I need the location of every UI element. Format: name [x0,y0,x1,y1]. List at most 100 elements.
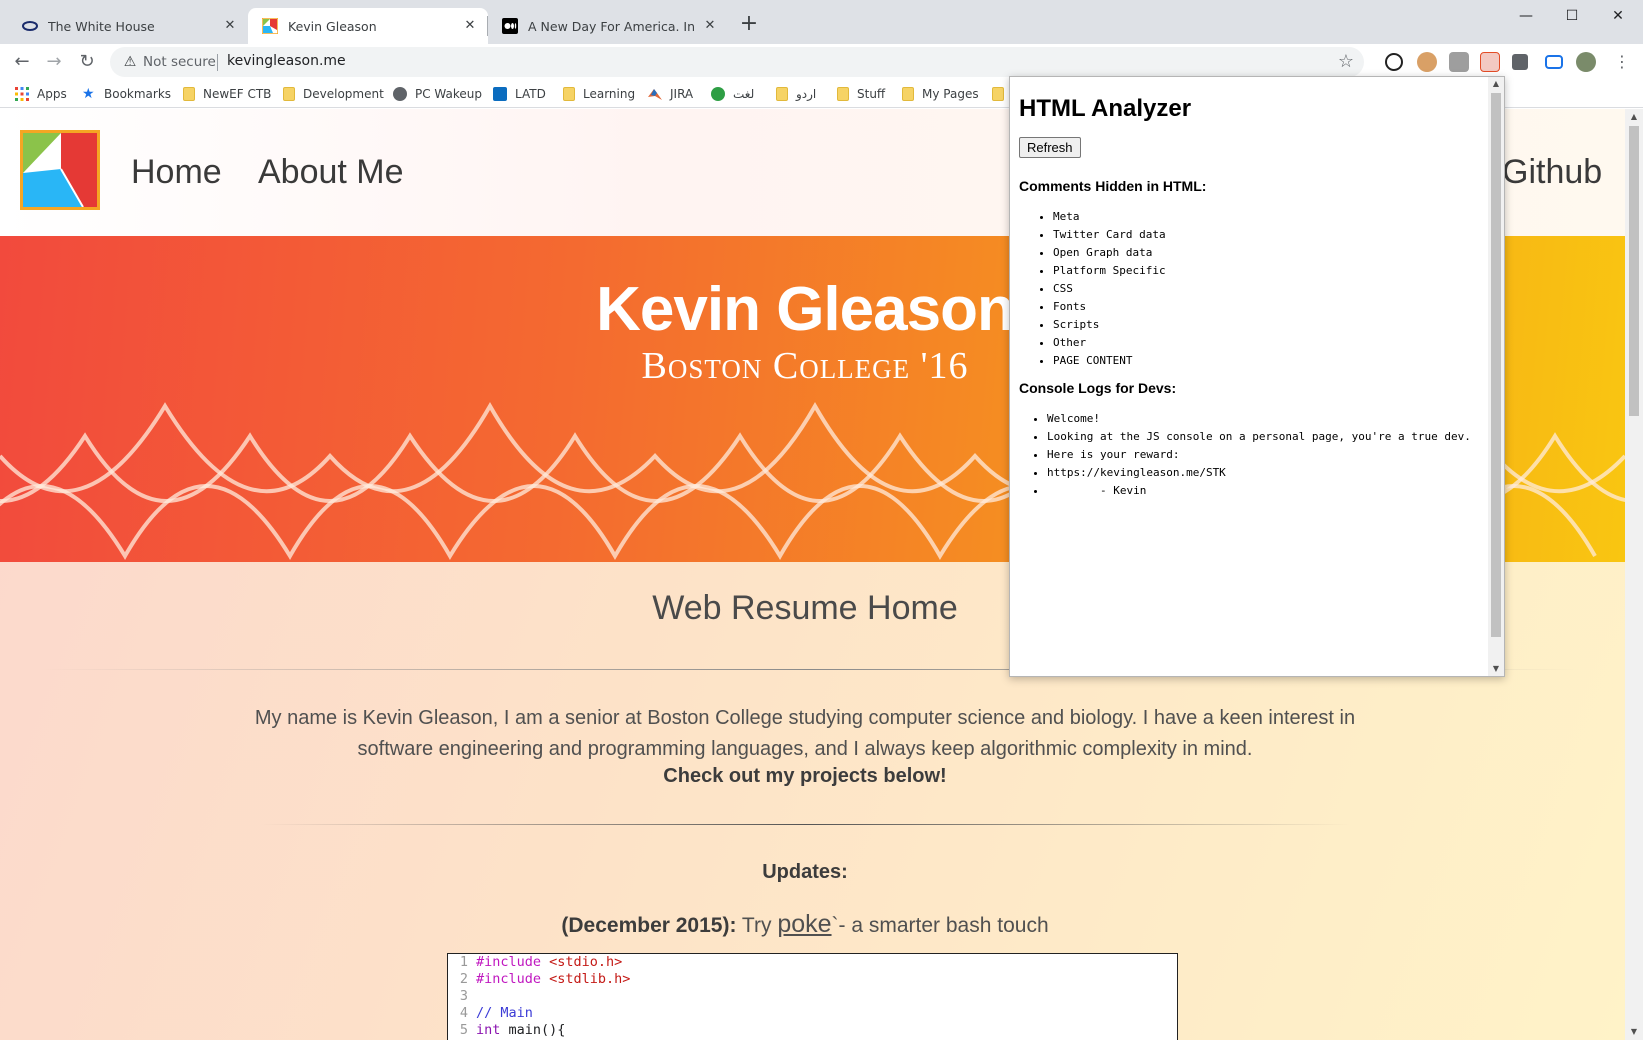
bookmark-star-icon[interactable]: ☆ [1338,51,1354,72]
bookmark-development[interactable]: Development [283,85,384,103]
bookmark-pc-wakeup[interactable]: PC Wakeup [393,85,482,103]
analyzer-title: HTML Analyzer [1019,95,1192,122]
bio-call-to-action: Check out my projects below! [663,765,947,787]
folder-icon [902,87,914,101]
code-line: 1 #include <stdio.h> [459,954,623,970]
cast-icon[interactable] [1545,55,1563,69]
nav-github-link[interactable]: Github [1502,153,1602,192]
profile-avatar[interactable] [1576,52,1596,72]
update-try: Try [736,914,778,937]
bookmark-label: Learning [583,87,636,101]
list-item: Meta [1053,208,1488,226]
tab-strip: The White House ✕ Kevin Gleason ✕ A New … [0,0,1643,44]
html-analyzer-popup: HTML Analyzer Refresh Comments Hidden in… [1009,76,1505,677]
tab-separator [487,16,488,36]
bookmark-label: Development [303,87,384,101]
bookmark-urdu[interactable]: اردو [776,85,816,103]
page-scrollbar[interactable]: ▲ ▼ [1625,109,1643,1040]
folder-icon [563,87,575,101]
bookmark-stuff[interactable]: Stuff [837,85,885,103]
bookmark-label: NewEF CTB [203,87,272,101]
tab-white-house[interactable]: The White House ✕ [8,8,248,44]
update-entry: (December 2015): Try poke`- a smarter ba… [0,910,1610,939]
tab-close-icon[interactable]: ✕ [702,18,718,34]
apps-icon [15,87,29,101]
folder-icon [283,87,295,101]
green-icon [711,87,725,101]
tab-new-day[interactable]: A New Day For America. In his ina ✕ [488,8,728,44]
security-status[interactable]: Not secure [143,54,216,70]
minimize-button[interactable]: — [1503,4,1549,28]
nav-home-link[interactable]: Home [131,153,222,192]
list-item: Platform Specific [1053,262,1488,280]
medium-favicon-icon [502,18,518,34]
bookmark-my-pages[interactable]: My Pages [902,85,979,103]
scroll-up-icon[interactable]: ▲ [1488,77,1504,91]
bookmark-label: LATD [515,87,546,101]
code-line: 3 [459,988,468,1004]
updates-heading: Updates: [762,861,848,883]
scroll-up-icon[interactable]: ▲ [1625,109,1643,125]
folder-icon [776,87,788,101]
bookmark-newef-ctb[interactable]: NewEF CTB [183,85,271,103]
extension-cookie-icon[interactable] [1417,52,1437,72]
bookmark-label: Bookmarks [104,87,172,101]
tab-kevin-gleason[interactable]: Kevin Gleason ✕ [248,8,488,44]
list-item: Here is your reward: [1047,446,1488,464]
update-description: `- a smarter bash touch [831,914,1049,937]
reload-button[interactable]: ↻ [73,48,101,76]
list-item: Scripts [1053,316,1488,334]
folder-icon [992,87,1004,101]
browser-toolbar: ← → ↻ ⚠ Not secure kevingleason.me ☆ ⋮ [0,44,1643,80]
scroll-down-icon[interactable]: ▼ [1488,662,1504,676]
url-text[interactable]: kevingleason.me [227,53,346,69]
omnibox-divider [217,54,218,71]
menu-kebab-icon[interactable]: ⋮ [1612,52,1632,72]
scroll-down-icon[interactable]: ▼ [1625,1024,1643,1040]
list-item: Twitter Card data [1053,226,1488,244]
forward-button[interactable]: → [40,48,68,76]
nav-about-link[interactable]: About Me [258,153,404,192]
extension-download-icon[interactable] [1385,53,1403,71]
extension-html5-icon[interactable] [1480,52,1500,72]
bookmark-label: لغت [733,87,755,101]
new-tab-button[interactable]: + [737,13,761,37]
site-logo[interactable] [20,130,100,210]
extensions-puzzle-icon[interactable] [1512,54,1528,70]
window-close-button[interactable]: ✕ [1595,4,1641,28]
extension-grey-icon[interactable] [1449,52,1469,72]
kg-logo-favicon-icon [262,18,278,34]
scroll-thumb[interactable] [1629,126,1639,416]
warning-icon[interactable]: ⚠ [120,52,140,72]
list-item: Fonts [1053,298,1488,316]
bookmark-latd[interactable]: LATD [493,85,546,103]
code-line: 5 int main(){ [459,1022,566,1038]
bio-paragraph: My name is Kevin Gleason, I am a senior … [254,707,1356,760]
white-house-favicon-icon [22,21,38,31]
bookmark-loghat[interactable]: لغت [711,85,754,103]
folder-icon [183,87,195,101]
bookmark-label: Apps [37,87,67,101]
address-bar[interactable]: ⚠ Not secure kevingleason.me ☆ [110,47,1364,77]
popup-scrollbar[interactable]: ▲ ▼ [1488,77,1504,676]
popup-scroll-thumb[interactable] [1491,93,1501,637]
bookmark-label: اردو [796,87,817,101]
list-item: Other [1053,334,1488,352]
folder-icon [837,87,849,101]
comments-list: Meta Twitter Card data Open Graph data P… [1053,208,1488,370]
tab-close-icon[interactable]: ✕ [222,18,238,34]
maximize-button[interactable]: ☐ [1549,4,1595,28]
tab-title: The White House [48,18,155,34]
bookmark-learning[interactable]: Learning [563,85,635,103]
tab-title: A New Day For America. In his ina [528,18,696,34]
console-heading: Console Logs for Devs: [1019,380,1177,396]
bookmark-apps[interactable]: Apps [15,85,67,103]
tab-close-icon[interactable]: ✕ [462,18,478,34]
matlab-icon [648,89,662,100]
bookmark-bookmarks[interactable]: ★ Bookmarks [82,85,171,103]
bookmark-jira[interactable]: JIRA [648,85,693,103]
refresh-button[interactable]: Refresh [1019,137,1081,158]
list-item: - Kevin [1047,482,1488,500]
back-button[interactable]: ← [8,48,36,76]
poke-link[interactable]: poke [777,910,831,938]
